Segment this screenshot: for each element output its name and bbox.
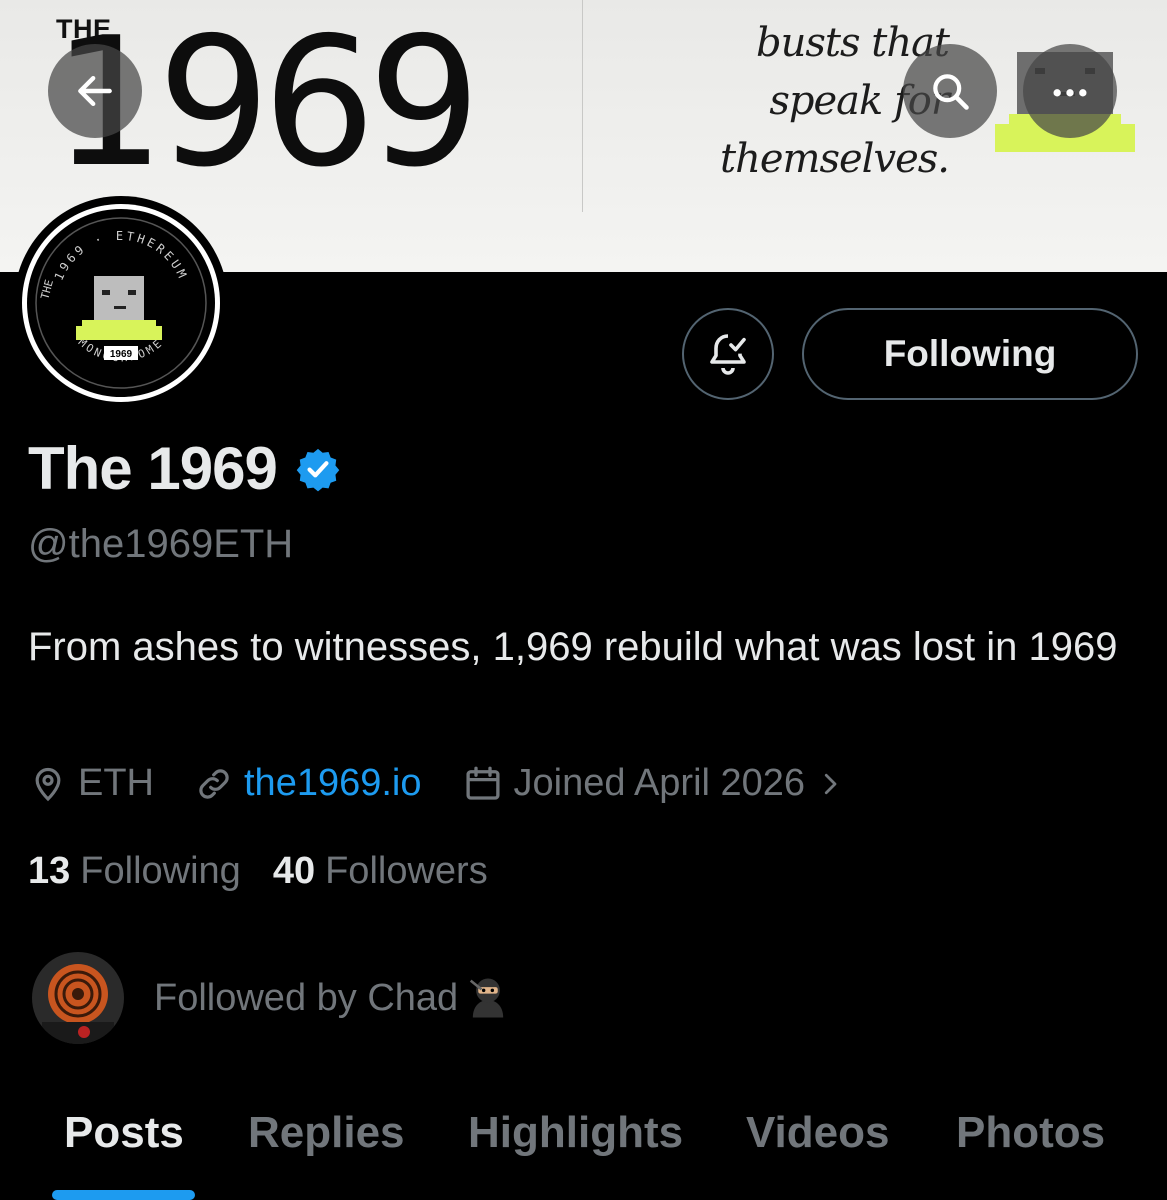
- follower-avatar-image: [32, 952, 124, 1044]
- following-count-link[interactable]: 13 Following: [28, 850, 241, 893]
- profile-tabs: Posts Replies Highlights Videos Photos: [0, 1100, 1167, 1200]
- profile-handle: @the1969ETH: [28, 522, 294, 566]
- tab-highlights[interactable]: Highlights: [468, 1108, 683, 1158]
- follower-avatar[interactable]: [32, 952, 124, 1044]
- link-icon: [199, 768, 229, 799]
- display-name-row: The 1969: [28, 434, 341, 503]
- followed-by-text: Followed by Chad: [154, 976, 459, 1019]
- following-count: 13: [28, 850, 71, 892]
- location-text: ETH: [78, 762, 154, 804]
- search-button[interactable]: [903, 44, 997, 138]
- bell-check-icon: [710, 334, 746, 375]
- verified-badge-icon[interactable]: [295, 446, 341, 492]
- joined-text: Joined April 2026: [513, 762, 806, 804]
- display-name: The 1969: [28, 435, 278, 502]
- tab-photos[interactable]: Photos: [956, 1108, 1105, 1158]
- followers-count-label: Followers: [325, 850, 488, 892]
- joined-item[interactable]: Joined April 2026: [462, 762, 846, 805]
- followers-count: 40: [272, 850, 316, 892]
- search-icon: [933, 74, 969, 110]
- location-item: ETH: [28, 762, 154, 805]
- profile-bio: From ashes to witnesses, 1,969 rebuild w…: [28, 625, 1118, 669]
- tab-videos[interactable]: Videos: [746, 1108, 889, 1158]
- active-tab-indicator: [52, 1190, 195, 1200]
- ninja-emoji-icon: [470, 978, 504, 1018]
- notifications-button[interactable]: [682, 308, 774, 400]
- tab-replies[interactable]: Replies: [248, 1108, 405, 1158]
- tab-posts[interactable]: Posts: [64, 1108, 184, 1158]
- location-pin-icon: [35, 767, 61, 801]
- avatar-badge: 1969: [110, 349, 133, 360]
- more-options-button[interactable]: [1023, 44, 1117, 138]
- calendar-icon: [465, 766, 500, 800]
- profile-avatar[interactable]: 1969 · ETHEREUM MONOCHROME THE 1969: [18, 200, 224, 406]
- arrow-left-icon: [78, 75, 112, 107]
- following-button[interactable]: Following: [802, 308, 1138, 400]
- following-count-label: Following: [80, 850, 241, 892]
- more-horizontal-icon: [1053, 89, 1087, 97]
- followed-by-row[interactable]: Followed by Chad: [32, 952, 514, 1044]
- avatar-logo: 1969 · ETHEREUM MONOCHROME THE 1969: [22, 204, 220, 402]
- website-item[interactable]: the1969.io: [194, 762, 422, 805]
- follow-counts: 13 Following 40 Followers: [28, 850, 488, 893]
- followed-by-label: Followed by Chad: [154, 972, 514, 1024]
- profile-meta: ETH the1969.io Joined April 2026: [28, 762, 885, 805]
- followers-count-link[interactable]: 40 Followers: [273, 850, 488, 893]
- website-link[interactable]: the1969.io: [244, 762, 422, 805]
- tagline-line-3: themselves.: [720, 136, 950, 182]
- back-button[interactable]: [48, 44, 142, 138]
- chevron-right-icon: [824, 773, 837, 794]
- tagline-line-1: busts that: [756, 20, 950, 66]
- banner-divider: [582, 0, 583, 212]
